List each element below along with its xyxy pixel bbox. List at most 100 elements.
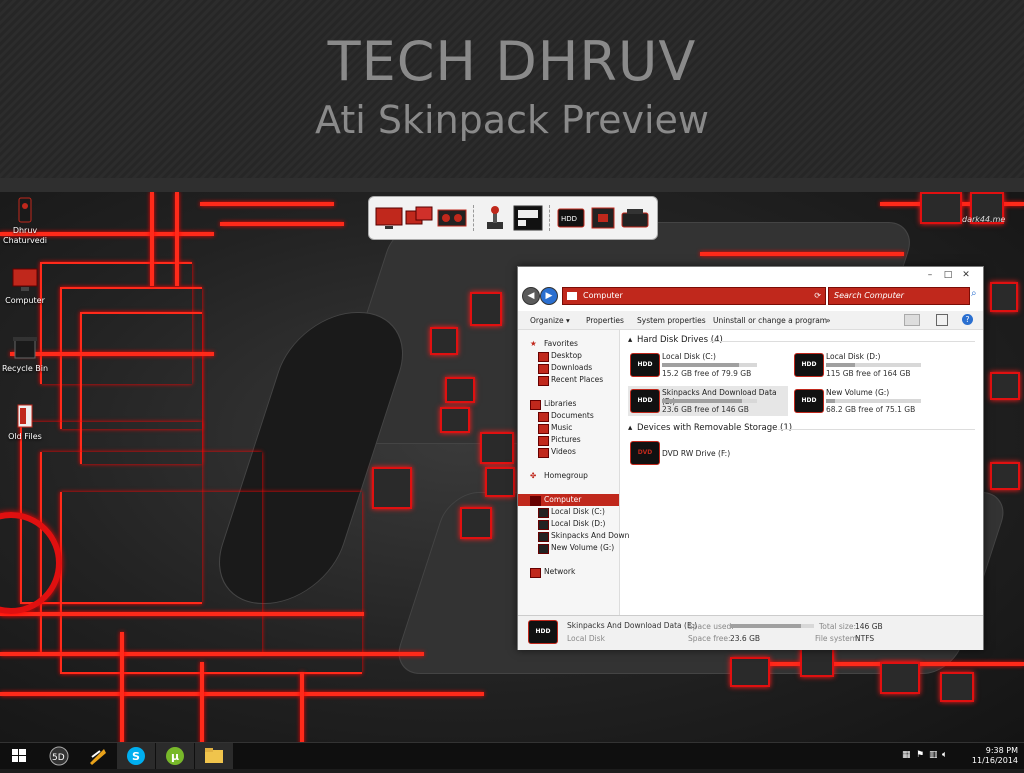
nav-downloads[interactable]: Downloads [518,362,619,374]
circuit-chip [460,507,492,539]
dock-separator [549,205,550,231]
nav-videos[interactable]: Videos [518,446,619,458]
dvd-icon: DVD [630,441,660,465]
nav-recent-places[interactable]: Recent Places [518,374,619,386]
nav-skinpacks-drive[interactable]: Skinpacks And Down [518,530,629,542]
circuit-chip [800,647,834,677]
windows-start-icon [12,749,26,762]
more-commands-button[interactable]: » [826,316,831,325]
videos-icon [538,448,549,458]
drive-free-space: 68.2 GB free of 75.1 GB [826,405,916,414]
nav-network[interactable]: Network [518,566,619,578]
nav-computer[interactable]: Computer [518,494,619,506]
circuit-chip [485,467,515,497]
dual-monitor-icon[interactable] [405,205,433,231]
drive-icon [538,532,549,542]
display-panel-icon[interactable] [513,205,543,231]
drive-tile-g[interactable]: HDD New Volume (G:) 68.2 GB free of 75.1… [792,386,952,416]
drive-name: DVD RW Drive (F:) [662,449,731,458]
search-placeholder: Search Computer [834,291,904,300]
refresh-icon[interactable]: ⟳ [814,288,821,304]
start-button[interactable] [0,743,38,769]
help-icon[interactable]: ? [962,314,973,325]
taskbar-file-explorer[interactable] [195,743,233,769]
system-properties-button[interactable]: System properties [637,316,706,325]
skype-icon: S [127,747,145,765]
nav-local-disk-c[interactable]: Local Disk (C:) [518,506,619,518]
drive-tile-c[interactable]: HDD Local Disk (C:) 15.2 GB free of 79.9… [628,350,788,380]
minimize-button[interactable]: – [921,270,939,280]
nav-new-volume-g[interactable]: New Volume (G:) [518,542,619,554]
computer-icon [530,496,541,506]
nav-favorites[interactable]: ★ Favorites [518,338,619,350]
nav-local-disk-d[interactable]: Local Disk (D:) [518,518,619,530]
nav-libraries[interactable]: Libraries [518,398,619,410]
nav-pictures[interactable]: Pictures [518,434,619,446]
preview-pane-icon[interactable] [936,314,948,326]
search-icon[interactable]: ⌕ [971,288,977,299]
clock[interactable]: 9:38 PM 11/16/2014 [972,746,1018,766]
organize-button[interactable]: Organize ▾ [530,316,570,325]
nav-documents[interactable]: Documents [518,410,619,422]
nav-homegroup[interactable]: ✤ Homegroup [518,470,619,482]
file-system-label: File system: [815,634,860,643]
monitor-icon [10,266,40,294]
uninstall-button[interactable]: Uninstall or change a program [713,316,827,325]
properties-button[interactable]: Properties [586,316,624,325]
taskbar-skype[interactable]: S [117,743,155,769]
taskbar-utorrent[interactable]: μ [156,743,194,769]
svg-text:S: S [132,750,140,763]
cpu-icon[interactable] [589,205,617,231]
banner-divider [0,178,1024,192]
user-icon [10,196,40,224]
hdd-icon[interactable]: HDD [557,205,585,231]
view-options-icon[interactable] [904,314,920,326]
desktop-icon-computer[interactable]: Computer [0,266,52,306]
address-text: Computer [583,291,623,300]
drive-name: New Volume (G:) [826,388,890,397]
desktop-icon-old-files[interactable]: Old Files [0,402,52,442]
nav-music[interactable]: Music [518,422,619,434]
drive-icon [538,508,549,518]
command-bar: Organize ▾ Properties System properties … [518,311,983,330]
volume-icon[interactable]: 🔈︎ [942,750,947,760]
forward-button[interactable]: ▶ [540,287,558,305]
drive-name: Local Disk (C:) [662,352,716,361]
desktop-icon-recycle-bin[interactable]: Recycle Bin [0,334,52,374]
flag-icon[interactable]: ⚑ [916,750,924,760]
hdd-icon: HDD [794,353,824,377]
network-icon[interactable]: ▥ [929,750,938,760]
total-size-label: Total size: [819,622,856,631]
drive-tile-e[interactable]: HDD Skinpacks And Download Data (E:) 23.… [628,386,788,416]
file-system-value: NTFS [855,634,875,643]
recent-places-icon [538,376,549,386]
drive-icon[interactable] [621,205,649,231]
action-center-icon[interactable]: ▦ [902,750,911,760]
circuit-chip [990,462,1020,490]
circuit-trace [175,192,179,286]
drive-tile-d[interactable]: HDD Local Disk (D:) 115 GB free of 164 G… [792,350,952,380]
group-header-hard-disks[interactable]: ▴ Hard Disk Drives (4) [628,335,723,345]
dashboard-icon[interactable] [437,205,467,231]
group-header-removable[interactable]: ▴ Devices with Removable Storage (1) [628,423,792,433]
taskbar-app-5d[interactable]: 5D [40,743,78,769]
monitor-icon[interactable] [375,205,403,231]
banner-title: TECH DHRUV [327,30,697,93]
joystick-icon[interactable] [481,205,509,231]
libraries-icon [530,400,541,410]
drive-tile-dvd[interactable]: DVD DVD RW Drive (F:) [628,438,788,468]
address-bar[interactable]: Computer ⟳ [562,287,826,305]
maximize-button[interactable]: □ [939,270,957,280]
taskbar-winamp[interactable] [78,743,116,769]
desktop-icon-user[interactable]: Dhruv Chaturvedi [0,196,52,246]
clock-date: 11/16/2014 [971,756,1018,765]
folder-icon [10,402,40,430]
window-controls: – □ ✕ [921,270,975,280]
search-input[interactable]: Search Computer [828,287,970,305]
close-button[interactable]: ✕ [957,270,975,280]
back-button[interactable]: ◀ [522,287,540,305]
nav-desktop[interactable]: Desktop [518,350,619,362]
hdd-icon: HDD [794,389,824,413]
circuit-trace [0,652,424,656]
circuit-chip [990,372,1020,400]
